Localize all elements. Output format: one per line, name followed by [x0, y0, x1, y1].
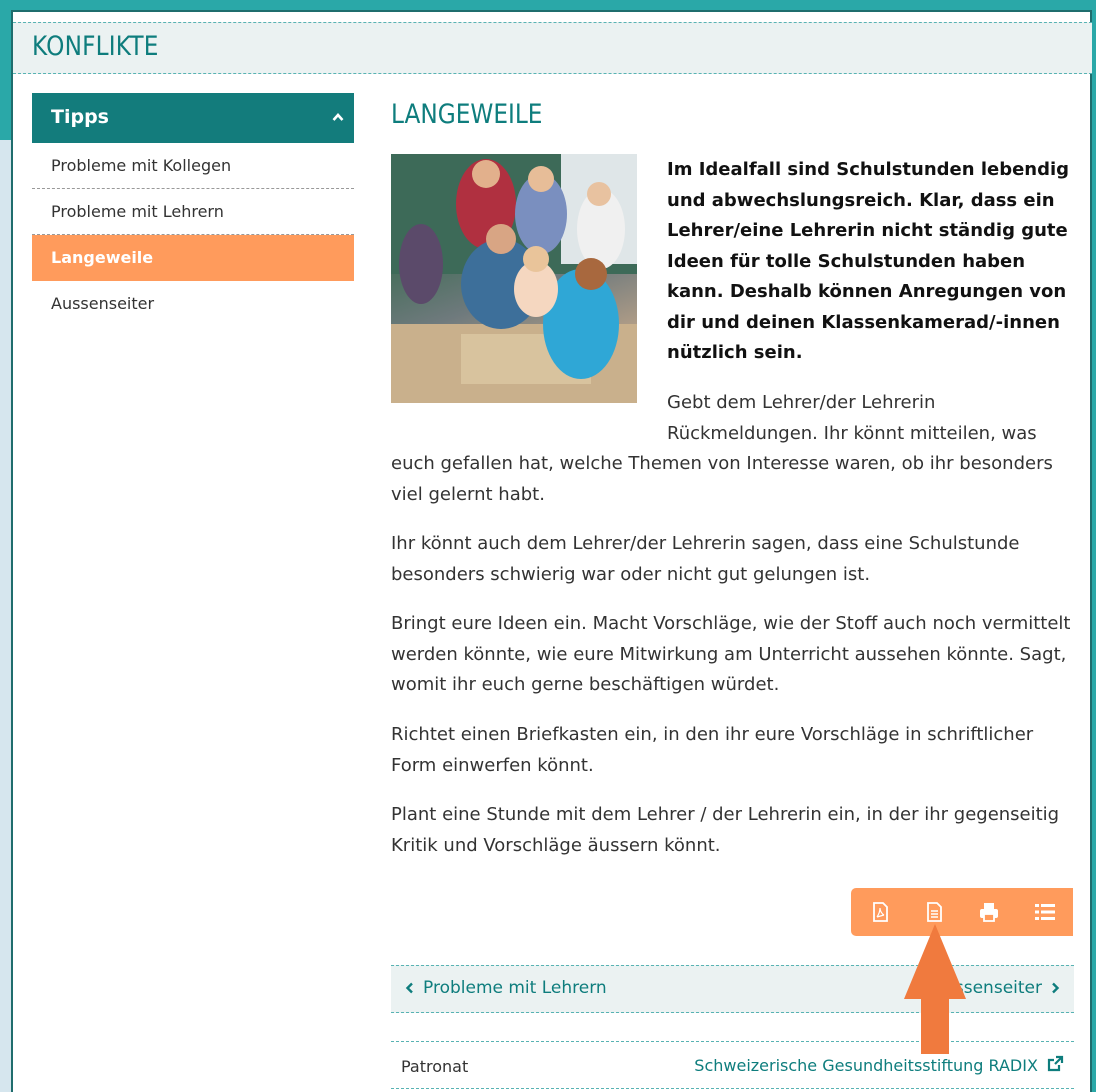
background-band-left [0, 0, 11, 140]
arrow-up-annotation [904, 924, 966, 1054]
print-icon[interactable] [977, 900, 1001, 924]
sidebar-item-probleme-mit-lehrern[interactable]: Probleme mit Lehrern [32, 189, 354, 235]
chevron-right-icon [1052, 982, 1060, 994]
pdf-icon[interactable] [868, 900, 892, 924]
chevron-up-icon [332, 113, 344, 121]
sidebar-item-probleme-mit-kollegen[interactable]: Probleme mit Kollegen [32, 143, 354, 189]
page-title: KONFLIKTE [32, 31, 159, 62]
main-content: LANGEWEILE Im Idealfall sind Schulstunde… [391, 93, 1074, 856]
sidebar-item-label: Langeweile [51, 248, 154, 267]
section-header: KONFLIKTE [13, 22, 1092, 74]
paragraph-line: Gebt dem Lehrer/der Lehrerin [667, 392, 936, 413]
sidebar-item-aussenseiter[interactable]: Aussenseiter [32, 281, 354, 327]
chevron-left-icon [405, 982, 413, 994]
sidebar-heading-label: Tipps [51, 106, 109, 128]
paragraph: Richtet einen Briefkasten ein, in den ih… [391, 724, 1034, 776]
patronat-row: Patronat Schweizerische Gesundheitsstift… [391, 1041, 1074, 1089]
list-icon[interactable] [1033, 900, 1057, 924]
sidebar-item-label: Probleme mit Kollegen [51, 156, 232, 175]
external-link-icon [1047, 1055, 1064, 1072]
paragraph-line: Rückmeldungen. Ihr könnt mitteilen, was [667, 422, 1037, 444]
paragraph: Bringt eure Ideen ein. Macht Vorschläge,… [391, 613, 1071, 695]
sidebar-heading[interactable]: Tipps [32, 93, 354, 143]
prev-link-label: Probleme mit Lehrern [423, 978, 607, 998]
paragraph-wrap-top: Gebt dem Lehrer/der Lehrerin Rückmeldung… [667, 388, 1067, 449]
patronat-link[interactable]: Schweizerische Gesundheitsstiftung RADIX [694, 1055, 1064, 1075]
article-title: LANGEWEILE [391, 99, 543, 130]
background-band-left-lower [0, 140, 11, 1092]
sidebar-item-langeweile[interactable]: Langeweile [32, 235, 354, 281]
sidebar-item-label: Probleme mit Lehrern [51, 202, 224, 221]
article-pager: Probleme mit Lehrern Aussenseiter [391, 965, 1074, 1013]
sidebar: Tipps Probleme mit Kollegen Probleme mit… [32, 93, 354, 327]
document-icon[interactable] [922, 900, 946, 924]
patronat-label: Patronat [401, 1057, 469, 1076]
patronat-link-label: Schweizerische Gesundheitsstiftung RADIX [694, 1056, 1038, 1075]
classroom-photo [391, 154, 637, 403]
paragraph: Ihr könnt auch dem Lehrer/der Lehrerin s… [391, 533, 1020, 585]
lead-paragraph: Im Idealfall sind Schulstunden lebendig … [667, 159, 1070, 363]
sidebar-item-label: Aussenseiter [51, 294, 155, 313]
paragraph: euch gefallen hat, welche Themen von Int… [391, 453, 1053, 505]
paragraph: Plant eine Stunde mit dem Lehrer / der L… [391, 804, 1060, 856]
prev-link[interactable]: Probleme mit Lehrern [405, 978, 607, 998]
background-band-right [1092, 0, 1096, 1092]
